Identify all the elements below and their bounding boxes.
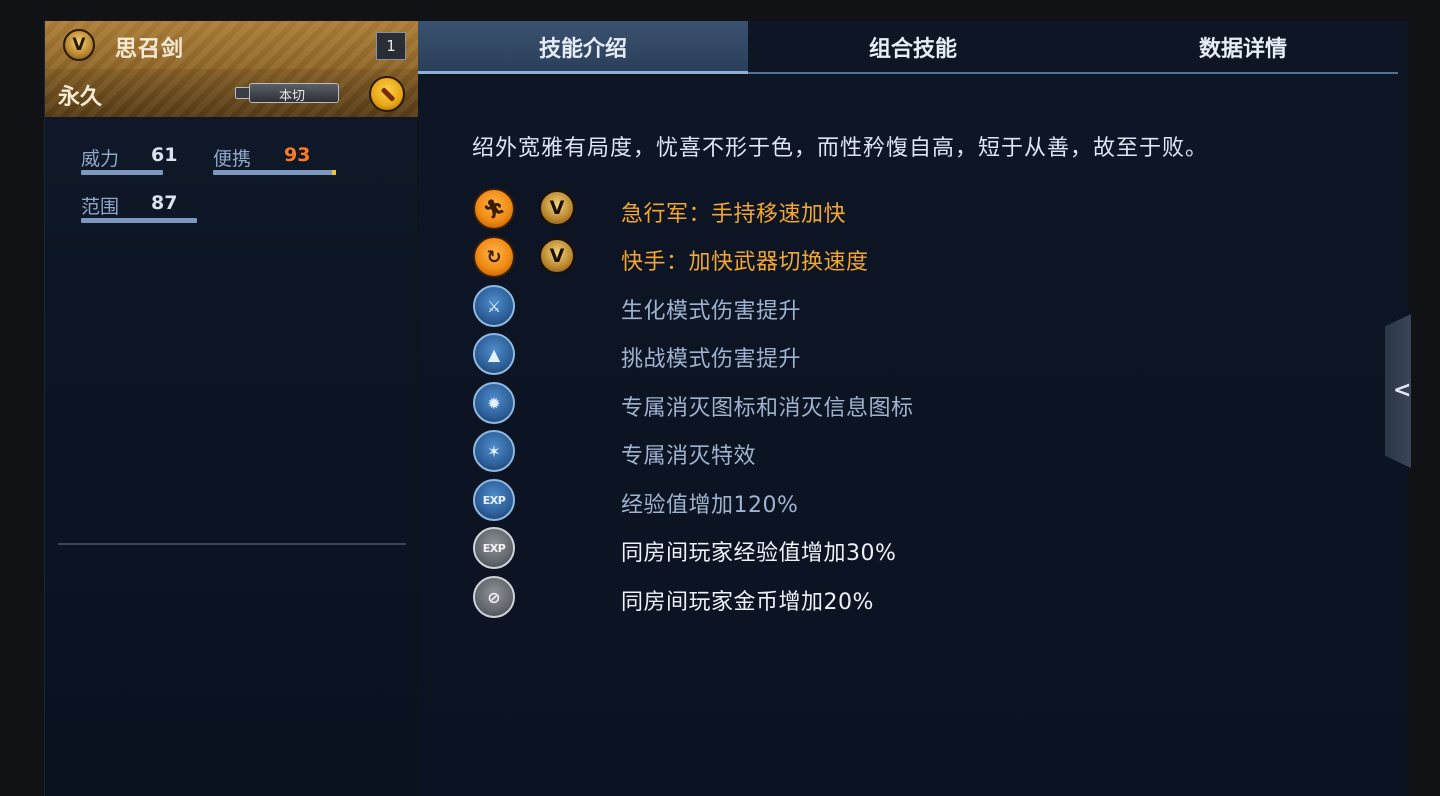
skill-text: 经验值增加120% — [621, 493, 799, 518]
skill-text: 急行军：手持移速加快 — [621, 202, 847, 227]
room-exp-icon: EXP — [473, 527, 515, 569]
weapon-count-badge: 1 — [376, 32, 406, 60]
weapon-name: 思召剑 — [115, 37, 185, 62]
weapon-info-panel: V 思召剑 1 永久 本切 威力 61 便携 93 范围 87 — [44, 21, 418, 796]
vip-v-icon: V — [63, 29, 95, 61]
exp-glyph: EXP — [482, 493, 506, 507]
weapon-type-label: 本切 — [279, 89, 306, 104]
skill-text: 快手：加快武器切换速度 — [621, 250, 869, 275]
stat-range: 范围 87 — [81, 189, 211, 229]
stat-value: 61 — [151, 144, 178, 166]
vip-v-icon: V — [539, 238, 575, 274]
stat-value: 87 — [151, 192, 178, 214]
skill-text: 专属消灭特效 — [621, 444, 757, 469]
skill-item: ⊘ 同房间玩家金币增加20% — [472, 574, 1352, 620]
tab-active-indicator — [418, 71, 748, 74]
gold-coin-icon[interactable] — [369, 76, 405, 112]
skill-text: 专属消灭图标和消灭信息图标 — [621, 396, 914, 421]
kill-icon-badge: ✹ — [473, 382, 515, 424]
weapon-duration: 永久 — [58, 85, 103, 110]
weapon-header: V 思召剑 1 永久 本切 — [45, 21, 418, 117]
stat-label: 威力 — [81, 148, 120, 170]
exp-icon: EXP — [473, 479, 515, 521]
stat-portability: 便携 93 — [213, 141, 343, 181]
weapon-detail-screen: V 思召剑 1 永久 本切 威力 61 便携 93 范围 87 技能介绍 组合技… — [0, 0, 1440, 796]
chevron-left-icon: < — [1393, 378, 1412, 403]
weapon-stats: 威力 61 便携 93 范围 87 — [81, 141, 381, 261]
skill-panel: 技能介绍 组合技能 数据详情 绍外宽雅有局度，忧喜不形于色，而性矜愎自高，短于从… — [418, 21, 1408, 796]
stat-value: 93 — [284, 144, 311, 166]
tab-skill-intro[interactable]: 技能介绍 — [418, 21, 748, 73]
weapon-swap-icon: ↻ — [473, 236, 515, 278]
exp-glyph: EXP — [482, 541, 506, 555]
weapon-title-row: V 思召剑 1 — [45, 21, 418, 69]
skill-item: EXP 同房间玩家经验值增加30% — [472, 525, 1352, 571]
skill-item: 🏃︎ V 急行军：手持移速加快 — [472, 186, 1352, 232]
challenge-mode-icon: ▲ — [473, 333, 515, 375]
weapon-duration-row: 永久 本切 — [45, 69, 418, 117]
skill-item: ✹ 专属消灭图标和消灭信息图标 — [472, 380, 1352, 426]
tab-bar: 技能介绍 组合技能 数据详情 — [418, 21, 1398, 74]
panel-divider — [58, 543, 406, 545]
zombie-mode-icon: ⚔ — [473, 285, 515, 327]
kill-effect-icon: ✶ — [473, 430, 515, 472]
stat-bar — [81, 218, 197, 223]
stat-bar-tip — [332, 170, 336, 175]
room-coin-icon: ⊘ — [473, 576, 515, 618]
weapon-type-tag: 本切 — [235, 79, 339, 107]
weapon-description: 绍外宽雅有局度，忧喜不形于色，而性矜愎自高，短于从善，故至于败。 — [472, 136, 1209, 161]
skill-text: 同房间玩家金币增加20% — [621, 590, 874, 615]
stat-bar — [81, 170, 163, 175]
stat-label: 便携 — [213, 148, 252, 170]
skill-item: ✶ 专属消灭特效 — [472, 428, 1352, 474]
tab-data-details[interactable]: 数据详情 — [1078, 21, 1408, 73]
skill-text: 生化模式伤害提升 — [621, 299, 802, 324]
skill-item: ⚔ 生化模式伤害提升 — [472, 283, 1352, 329]
stat-bar — [213, 170, 333, 175]
skill-item: ↻ V 快手：加快武器切换速度 — [472, 234, 1352, 280]
skill-item: ▲ 挑战模式伤害提升 — [472, 331, 1352, 377]
stat-label: 范围 — [81, 196, 120, 218]
stat-power: 威力 61 — [81, 141, 201, 181]
side-drawer-handle[interactable]: < — [1385, 314, 1411, 468]
running-icon: 🏃︎ — [473, 188, 515, 230]
vip-v-icon: V — [539, 190, 575, 226]
skill-text: 同房间玩家经验值增加30% — [621, 541, 897, 566]
skill-item: EXP 经验值增加120% — [472, 477, 1352, 523]
skill-text: 挑战模式伤害提升 — [621, 347, 802, 372]
tab-combo-skills[interactable]: 组合技能 — [748, 21, 1078, 73]
